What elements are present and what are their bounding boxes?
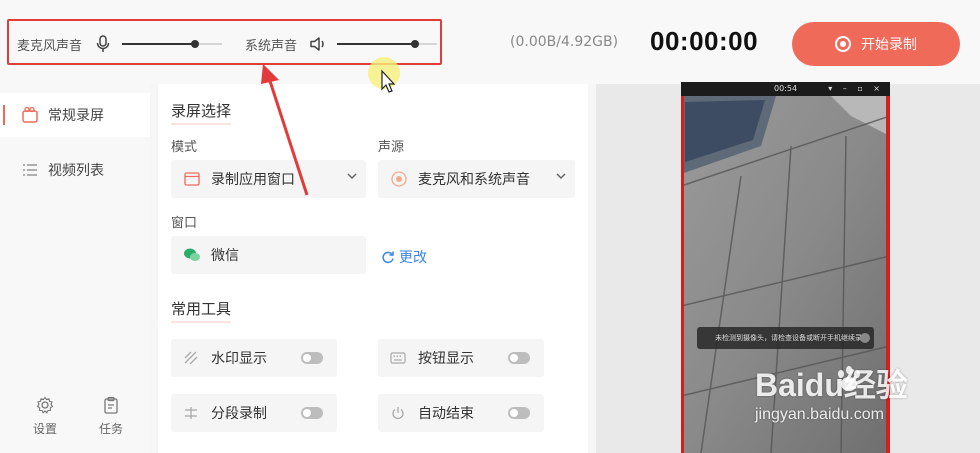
tasks-label: 任务 [98, 422, 123, 436]
chevron-down-icon [347, 173, 357, 180]
audio-source-icon [390, 170, 408, 188]
tool-label: 按钮显示 [418, 351, 474, 367]
chevron-down-icon [556, 173, 566, 180]
record-icon [835, 36, 851, 52]
watermark-url: jingyan.baidu.com [755, 406, 884, 423]
start-record-button[interactable]: 开始录制 [792, 22, 960, 66]
record-timer: 00:00:00 [650, 26, 759, 56]
source-label: 声源 [378, 140, 405, 155]
preview-left-edge [681, 96, 684, 453]
window-value: 微信 [211, 248, 239, 264]
segment-icon [183, 405, 199, 421]
tool-auto-stop[interactable]: 自动结束 [378, 394, 544, 432]
wechat-icon [183, 246, 201, 264]
mouse-cursor [368, 57, 400, 93]
annotation-arrow [261, 64, 309, 196]
refresh-icon [382, 251, 394, 264]
sidebar-item-video-list[interactable]: 视频列表 [0, 148, 150, 192]
button-display-toggle[interactable] [508, 352, 530, 364]
change-window-link[interactable]: 更改 [381, 247, 427, 267]
sidebar-item-label: 视频列表 [48, 163, 104, 179]
settings-button[interactable]: 设置 [20, 396, 70, 437]
window-label: 窗口 [171, 216, 198, 231]
section-title-record: 录屏选择 [171, 102, 232, 125]
tool-button-display[interactable]: 按钮显示 [378, 339, 544, 377]
window-icon [183, 170, 201, 188]
storage-indicator: (0.00B/4.92GB) [510, 34, 619, 50]
record-screen-icon [20, 105, 40, 125]
tasks-button[interactable]: 任务 [86, 396, 136, 437]
camera-notice-toast: 未检测到摄像头，请检查设备或断开手机继续录制 [697, 327, 874, 349]
change-window-label: 更改 [399, 250, 427, 266]
watermark-brand: Baidu经验 [755, 367, 908, 403]
list-icon [20, 160, 40, 180]
audio-source-value: 麦克风和系统声音 [418, 172, 530, 188]
window-selector[interactable]: 微信 [171, 236, 366, 274]
audio-source-select[interactable]: 麦克风和系统声音 [378, 160, 575, 198]
start-record-label: 开始录制 [861, 37, 917, 53]
baidu-jingyan-watermark: Baidu经验 jingyan.baidu.com [755, 360, 935, 440]
tool-label: 水印显示 [211, 351, 267, 367]
tool-label: 分段录制 [211, 406, 267, 422]
paw-icon [838, 366, 860, 391]
sidebar-item-label: 常规录屏 [48, 108, 104, 124]
preview-titlebar: 00:54 ▾ – ▫ × [681, 82, 890, 96]
power-icon [390, 405, 406, 421]
keyboard-icon [390, 350, 406, 366]
sidebar-item-regular-record[interactable]: 常规录屏 [0, 93, 150, 137]
close-icon[interactable] [860, 333, 870, 343]
watermark-icon [183, 350, 199, 366]
mode-label: 模式 [171, 140, 198, 155]
tool-segment-record[interactable]: 分段录制 [171, 394, 337, 432]
preview-time: 00:54 [774, 84, 798, 93]
gear-icon [36, 396, 54, 414]
auto-stop-toggle[interactable] [508, 407, 530, 419]
clipboard-icon [104, 396, 118, 414]
tool-label: 自动结束 [418, 406, 474, 422]
settings-label: 设置 [32, 422, 57, 436]
preview-window-controls: ▾ – ▫ × [828, 84, 884, 93]
tool-watermark[interactable]: 水印显示 [171, 339, 337, 377]
watermark-toggle[interactable] [301, 352, 323, 364]
camera-notice-text: 未检测到摄像头，请检查设备或断开手机继续录制 [715, 334, 869, 342]
section-title-tools: 常用工具 [171, 300, 232, 323]
segment-record-toggle[interactable] [301, 407, 323, 419]
